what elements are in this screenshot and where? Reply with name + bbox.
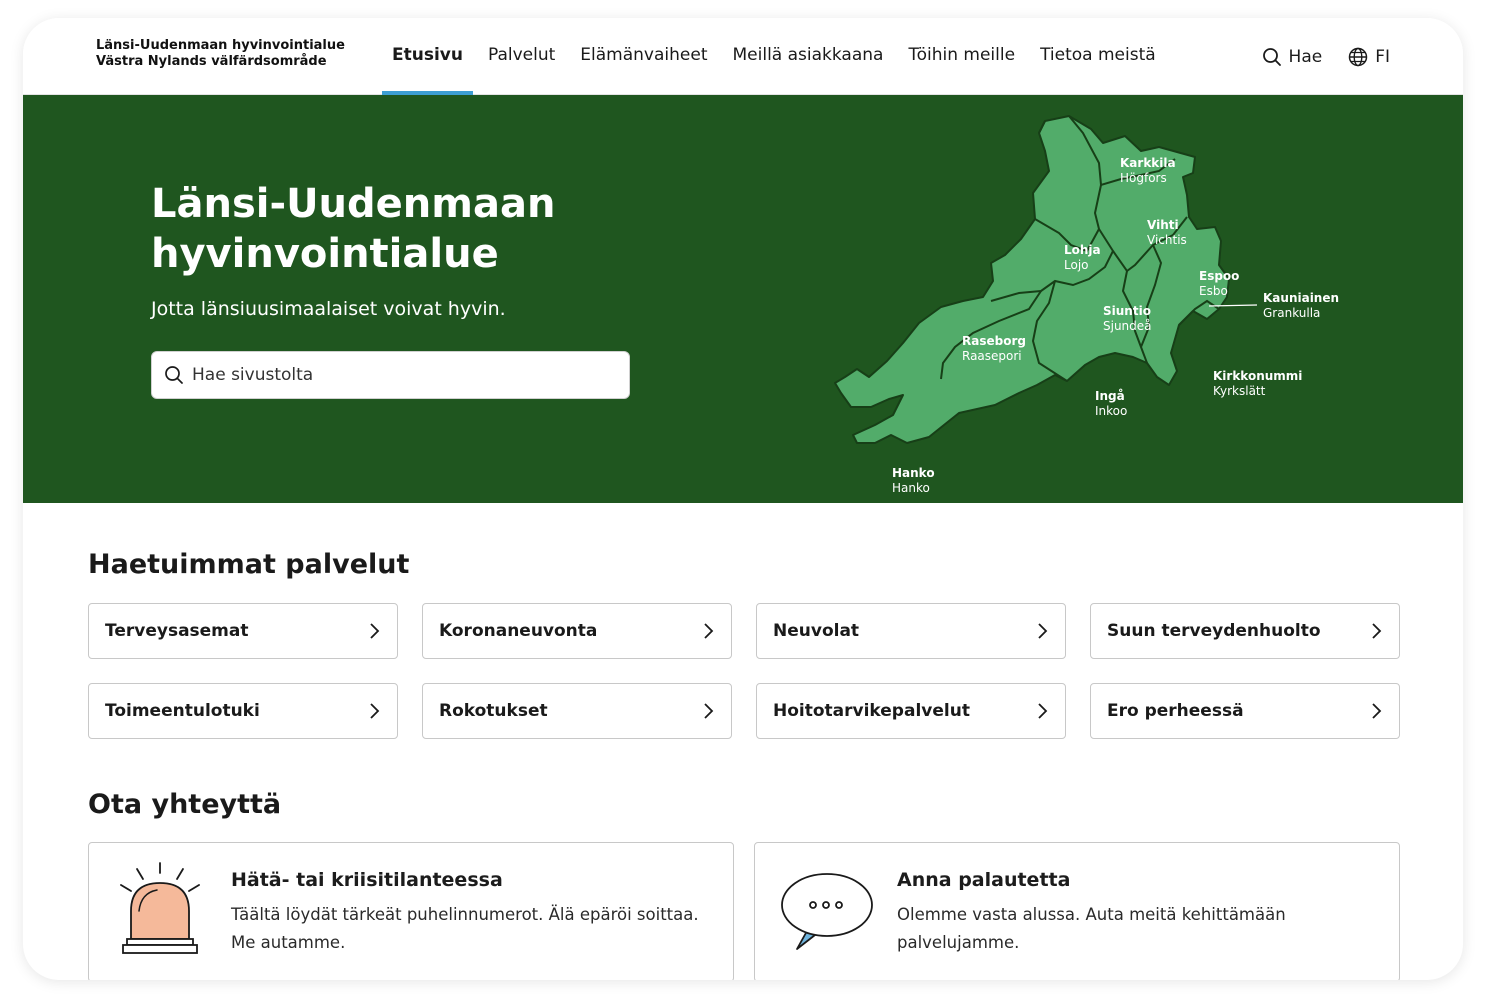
- services-heading: Haetuimmat palvelut: [88, 549, 410, 580]
- map-label-sv: Sjundeå: [1103, 319, 1152, 333]
- service-card[interactable]: Rokotukset: [422, 683, 732, 739]
- emergency-card-text: Täältä löydät tärkeät puhelinnumerot. Äl…: [231, 905, 699, 952]
- map-label-sv: Raasepori: [962, 349, 1022, 363]
- search-icon: [1262, 47, 1281, 66]
- hero-search-box[interactable]: [151, 351, 630, 399]
- header-tools: Hae FI: [1236, 18, 1390, 95]
- map-label-sv: Esbo: [1199, 284, 1228, 298]
- nav-item-tietoa-meista[interactable]: Tietoa meistä: [1030, 18, 1166, 95]
- nav-item-toihin-meille[interactable]: Töihin meille: [898, 18, 1025, 95]
- map-label-fi: Kauniainen: [1263, 291, 1339, 305]
- map-label-fi: Raseborg: [962, 334, 1026, 348]
- map-label-sv: Grankulla: [1263, 306, 1320, 320]
- service-card-label: Terveysasemat: [105, 621, 249, 641]
- globe-icon: [1348, 47, 1368, 66]
- emergency-card-title: Hätä- tai kriisitilanteessa: [231, 869, 503, 891]
- chevron-right-icon: [704, 703, 714, 719]
- map-label-sv: Inkoo: [1095, 404, 1127, 418]
- chevron-right-icon: [370, 703, 380, 719]
- emergency-light-icon: [120, 862, 200, 954]
- language-selector[interactable]: FI: [1348, 47, 1390, 67]
- feedback-card[interactable]: Anna palautetta Olemme vasta alussa. Aut…: [754, 842, 1400, 980]
- map-label-sv: Vichtis: [1147, 233, 1187, 247]
- site-logo[interactable]: Länsi-Uudenmaan hyvinvointialue Västra N…: [96, 38, 345, 70]
- service-card[interactable]: Ero perheessä: [1090, 683, 1400, 739]
- map-label-fi: Kirkkonummi: [1213, 369, 1302, 383]
- map-label-fi: Vihti: [1147, 218, 1179, 232]
- chevron-right-icon: [1372, 623, 1382, 639]
- service-card-label: Suun terveydenhuolto: [1107, 621, 1321, 641]
- nav-item-elamanvaiheet[interactable]: Elämänvaiheet: [570, 18, 717, 95]
- emergency-card[interactable]: Hätä- tai kriisitilanteessa Täältä löydä…: [88, 842, 734, 980]
- service-card-label: Neuvolat: [773, 621, 860, 641]
- map-label-fi: Lohja: [1064, 243, 1101, 257]
- map-label-fi: Karkkila: [1120, 156, 1176, 170]
- contact-heading: Ota yhteyttä: [88, 789, 282, 820]
- map-label-fi: Siuntio: [1103, 304, 1151, 318]
- service-card[interactable]: Toimeentulotuki: [88, 683, 398, 739]
- feedback-card-title: Anna palautetta: [897, 869, 1071, 891]
- language-label: FI: [1375, 46, 1390, 67]
- map-label-sv: Lojo: [1064, 258, 1089, 272]
- chevron-right-icon: [704, 623, 714, 639]
- hero-subtitle: Jotta länsiuusimaalaiset voivat hyvin.: [151, 298, 506, 320]
- site-search-input[interactable]: [192, 365, 612, 385]
- nav-item-palvelut[interactable]: Palvelut: [478, 18, 565, 95]
- speech-bubble-icon: [781, 873, 873, 950]
- service-card-label: Koronaneuvonta: [439, 621, 598, 641]
- browser-frame: Länsi-Uudenmaan hyvinvointialue Västra N…: [23, 18, 1463, 980]
- feedback-card-text: Olemme vasta alussa. Auta meitä kehittäm…: [897, 905, 1286, 952]
- map-label-fi: Espoo: [1199, 269, 1239, 283]
- service-card-label: Hoitotarvikepalvelut: [773, 701, 970, 721]
- logo-text-sv: Västra Nylands välfärdsområde: [96, 54, 327, 69]
- map-label-fi: Ingå: [1095, 389, 1125, 403]
- service-card-label: Ero perheessä: [1107, 701, 1244, 721]
- service-card[interactable]: Suun terveydenhuolto: [1090, 603, 1400, 659]
- map-label-sv: Högfors: [1120, 171, 1167, 185]
- service-card[interactable]: Terveysasemat: [88, 603, 398, 659]
- service-card-label: Toimeentulotuki: [105, 701, 260, 721]
- service-card-label: Rokotukset: [439, 701, 548, 721]
- nav-item-meilla-asiakkaana[interactable]: Meillä asiakkaana: [723, 18, 894, 95]
- search-button-label: Hae: [1288, 46, 1323, 67]
- map-label-sv: Hanko: [892, 481, 930, 495]
- search-icon: [165, 366, 183, 384]
- logo-text-fi: Länsi-Uudenmaan hyvinvointialue: [96, 38, 345, 53]
- service-card[interactable]: Neuvolat: [756, 603, 1066, 659]
- hero-title-line-2: hyvinvointialue: [151, 231, 499, 277]
- chevron-right-icon: [1038, 703, 1048, 719]
- hero-title-line-1: Länsi-Uudenmaan: [151, 181, 556, 227]
- map-label-sv: Kyrkslätt: [1213, 384, 1266, 398]
- hero-title: Länsi-Uudenmaan hyvinvointialue: [151, 179, 711, 279]
- map-label-fi: Hanko: [892, 466, 935, 480]
- search-button[interactable]: Hae: [1262, 46, 1323, 67]
- service-card[interactable]: Koronaneuvonta: [422, 603, 732, 659]
- site-header: Länsi-Uudenmaan hyvinvointialue Västra N…: [23, 18, 1463, 95]
- chevron-right-icon: [1038, 623, 1048, 639]
- service-card[interactable]: Hoitotarvikepalvelut: [756, 683, 1066, 739]
- nav-item-etusivu[interactable]: Etusivu: [382, 18, 473, 95]
- chevron-right-icon: [370, 623, 380, 639]
- main-nav: Etusivu Palvelut Elämänvaiheet Meillä as…: [382, 18, 1171, 95]
- hero-banner: Länsi-Uudenmaan hyvinvointialue Jotta lä…: [23, 95, 1463, 503]
- region-map: Karkkila Högfors Vihti Vichtis Lohja Loj…: [834, 115, 1339, 495]
- chevron-right-icon: [1372, 703, 1382, 719]
